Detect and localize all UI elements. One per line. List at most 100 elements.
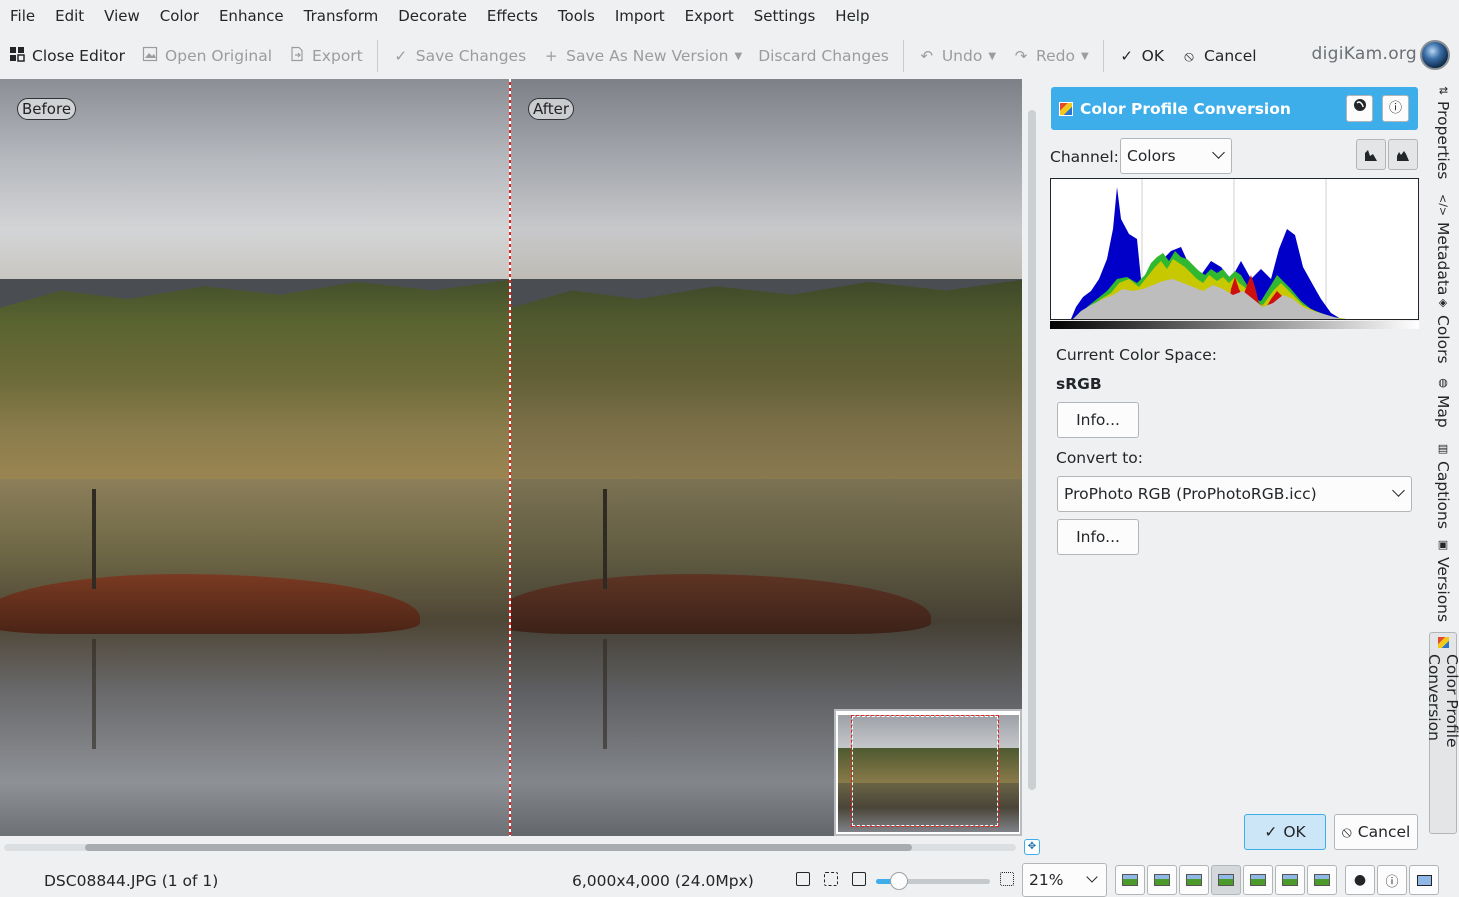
color-profile-icon [1059,101,1073,116]
split-vertical-button[interactable] [1147,865,1177,895]
undo-icon: ↶ [920,47,934,65]
zoom-fit-window-icon[interactable] [824,872,838,886]
save-as-new-version-button[interactable]: + Save As New Version ▼ [534,38,750,74]
convert-to-select[interactable]: ProPhoto RGB (ProPhotoRGB.icc) [1057,476,1412,512]
linear-scale-icon[interactable] [1356,139,1386,170]
chevron-down-icon[interactable]: ▼ [988,51,996,62]
menu-color[interactable]: Color [150,0,209,32]
redo-button[interactable]: ↷ Redo ▼ [1004,38,1097,74]
tab-color-profile-conversion[interactable]: Color Profile Conversion [1425,632,1459,834]
zoom-fit-selection-icon[interactable] [796,872,810,886]
ok-label: OK [1141,47,1165,65]
paint-bucket-icon: ◈ [1436,296,1450,309]
zoom-slider-handle[interactable] [889,872,908,890]
menu-import[interactable]: Import [605,0,675,32]
channel-select[interactable]: Colors [1120,138,1232,174]
menu-view[interactable]: View [94,0,150,32]
tab-color-profile-conversion-label: Color Profile Conversion [1425,653,1459,748]
preview-split-horizontal-icon [1186,874,1202,886]
image-canvas[interactable]: Before After [0,79,1022,836]
discard-changes-label: Discard Changes [758,47,889,65]
discard-changes-button[interactable]: Discard Changes [750,38,897,74]
menu-enhance[interactable]: Enhance [209,0,294,32]
file-name-status: DSC08844.JPG (1 of 1) [44,872,219,890]
before-after-divider[interactable] [509,79,511,836]
convert-to-value: ProPhoto RGB (ProPhotoRGB.icc) [1064,485,1317,503]
zoom-slider[interactable] [876,872,990,890]
toolbar-separator [376,40,378,72]
underexposure-indicator-button[interactable]: ● [1345,865,1375,895]
chevron-down-icon[interactable]: ▼ [734,51,742,62]
original-view-button[interactable] [1115,865,1145,895]
color-profile-icon [1437,637,1449,648]
vertical-scrollbar[interactable] [1028,110,1036,790]
zoom-100-icon[interactable] [1000,872,1014,886]
navigation-thumbnail[interactable] [834,709,1022,836]
log-scale-icon[interactable] [1388,139,1418,170]
ok-button[interactable]: ✓ OK [1110,38,1172,74]
globe-icon: ◍ [1436,376,1450,389]
horizontal-scrollbar-thumb[interactable] [85,844,912,851]
close-editor-button[interactable]: Close Editor [0,38,133,74]
chevron-down-icon[interactable]: ▼ [1081,51,1089,62]
save-changes-button[interactable]: ✓ Save Changes [384,38,534,74]
after-label: After [528,98,575,120]
tab-properties[interactable]: ⇅ Properties [1429,86,1457,180]
split-horizontal-button[interactable] [1179,865,1209,895]
tab-colors[interactable]: ◈ Colors [1429,296,1457,364]
status-bar: DSC08844.JPG (1 of 1) 6,000x4,000 (24.0M… [0,860,1459,897]
chevron-down-icon [1392,484,1405,497]
current-color-space-value: sRGB [1056,375,1102,393]
side-by-side-button[interactable] [1211,865,1241,895]
tab-versions-label: Versions [1434,557,1452,623]
color-managed-view-button[interactable] [1409,865,1439,895]
cancel-button[interactable]: ⦸ Cancel [1172,38,1265,74]
chevron-down-icon [1086,871,1098,883]
preview-above-below-icon [1250,874,1266,886]
menu-edit[interactable]: Edit [45,0,94,32]
viewport-rectangle[interactable] [851,715,999,827]
open-original-button[interactable]: Open Original [133,38,280,74]
current-color-space-label: Current Color Space: [1056,346,1217,364]
tab-map-label: Map [1434,395,1452,428]
menu-export[interactable]: Export [675,0,744,32]
channel-label: Channel: [1050,148,1119,166]
target-view-button[interactable] [1275,865,1305,895]
mouse-over-compare-button[interactable] [1307,865,1337,895]
zoom-level-select[interactable]: 21% [1022,863,1107,897]
pan-icon[interactable]: ✥ [1022,837,1042,857]
panel-cancel-button[interactable]: ⦸ Cancel [1334,814,1418,850]
menu-decorate[interactable]: Decorate [388,0,477,32]
menu-file[interactable]: File [0,0,45,32]
checkmark-icon: ✓ [1120,47,1133,65]
undo-button[interactable]: ↶ Undo ▼ [910,38,1004,74]
current-profile-info-button[interactable]: Info... [1057,402,1139,438]
zoom-original-icon[interactable] [852,872,866,886]
properties-icon: ⇅ [1436,86,1450,96]
right-sidebar-tabs: ⇅ Properties </> Metadata ◈ Colors ◍ Map… [1425,80,1459,840]
tab-captions[interactable]: ▤ Captions [1429,442,1457,529]
above-below-button[interactable] [1243,865,1273,895]
panel-ok-button[interactable]: ✓ OK [1244,814,1326,850]
menu-effects[interactable]: Effects [477,0,548,32]
tab-properties-label: Properties [1434,101,1452,180]
menu-transform[interactable]: Transform [294,0,389,32]
tab-versions[interactable]: ▣ Versions [1429,538,1457,622]
globe-icon[interactable] [1346,95,1373,122]
target-profile-info-button[interactable]: Info... [1057,519,1139,555]
redo-label: Redo [1036,47,1075,65]
tab-metadata[interactable]: </> Metadata [1429,194,1457,296]
menu-help[interactable]: Help [825,0,879,32]
overexposure-indicator-button[interactable]: ⓘ [1377,865,1407,895]
image-dimensions-status: 6,000x4,000 (24.0Mpx) [572,872,754,890]
export-button[interactable]: Export [280,38,371,74]
tab-captions-label: Captions [1434,461,1452,529]
preview-target-icon [1282,874,1298,886]
histogram-widget[interactable] [1050,178,1419,320]
menu-settings[interactable]: Settings [744,0,826,32]
checkmark-icon: ✓ [1264,823,1278,841]
info-icon[interactable]: ⓘ [1382,95,1409,122]
menu-tools[interactable]: Tools [548,0,605,32]
tab-map[interactable]: ◍ Map [1429,376,1457,428]
image-icon [141,46,159,66]
